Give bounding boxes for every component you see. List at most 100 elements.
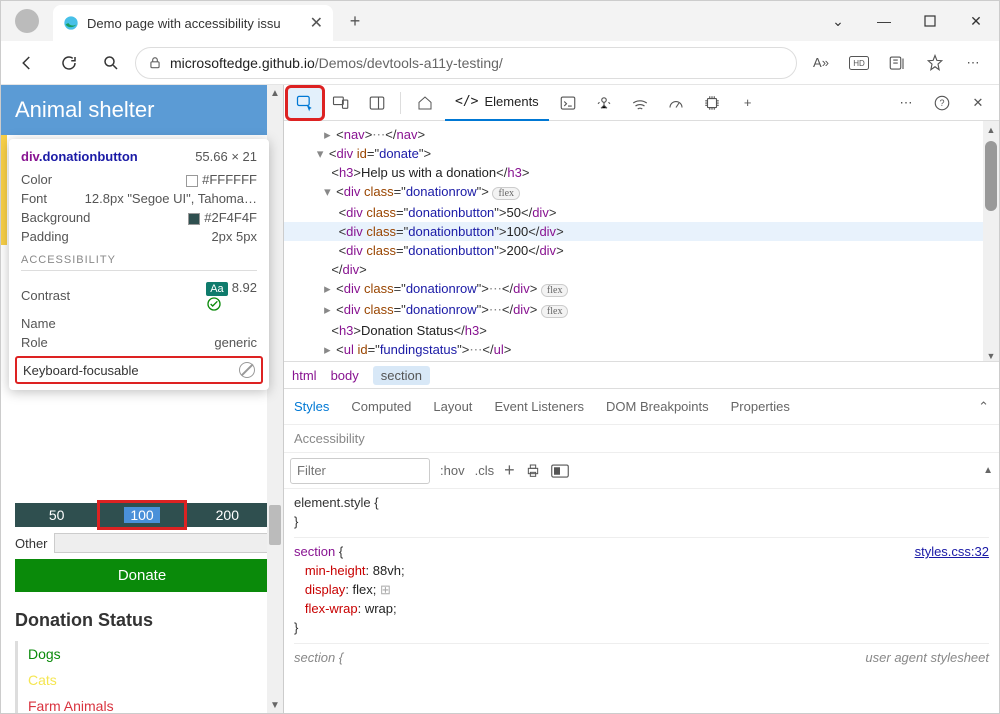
keyboard-focusable-row: Keyboard-focusable <box>15 356 263 384</box>
dom-line[interactable]: ▾<div class="donationrow"> flex <box>284 182 999 203</box>
crumb-body[interactable]: body <box>331 368 359 383</box>
more-tools-icon[interactable]: ⋯ <box>889 88 923 118</box>
edge-icon <box>63 15 79 31</box>
hd-icon[interactable]: HD <box>841 45 877 81</box>
restore-button[interactable] <box>907 5 953 37</box>
new-tab-button[interactable]: + <box>337 3 373 39</box>
name-label: Name <box>21 316 56 331</box>
contrast-label: Contrast <box>21 288 70 303</box>
tab-sources[interactable] <box>587 88 621 118</box>
dom-line[interactable]: ▸<ul id="fundingstatus">⋯</ul> <box>284 340 999 359</box>
caret-down-icon[interactable]: ⌄ <box>815 5 861 37</box>
url-host: microsoftedge.github.io <box>170 55 315 71</box>
close-window-button[interactable]: ✕ <box>953 5 999 37</box>
status-item: Dogs <box>28 641 269 667</box>
tab-layout[interactable]: Layout <box>433 399 472 414</box>
collections-icon[interactable] <box>879 45 915 81</box>
tab-more[interactable]: + <box>731 88 765 118</box>
search-button[interactable] <box>93 45 129 81</box>
scroll-down-icon[interactable]: ▼ <box>267 697 283 713</box>
dom-line[interactable]: ▸<div class="donationrow">⋯</div> flex <box>284 279 999 300</box>
status-heading: Donation Status <box>15 610 269 631</box>
close-devtools-icon[interactable]: ✕ <box>961 88 995 118</box>
scroll-thumb[interactable] <box>269 505 281 545</box>
styles-filter[interactable] <box>290 458 430 484</box>
device-emulation-button[interactable] <box>324 88 358 118</box>
read-aloud-icon[interactable]: A» <box>803 45 839 81</box>
inspect-tooltip: div.donationbutton 55.66 × 21 Color#FFFF… <box>9 139 269 390</box>
refresh-button[interactable] <box>51 45 87 81</box>
browser-tab[interactable]: Demo page with accessibility issu ✕ <box>53 5 333 41</box>
tab-welcome[interactable] <box>407 85 443 121</box>
tab-network[interactable] <box>623 88 657 118</box>
donation-button-100[interactable]: 100 <box>100 503 183 527</box>
crumb-html[interactable]: html <box>292 368 317 383</box>
svg-text:?: ? <box>939 98 944 108</box>
tab-performance[interactable] <box>659 88 693 118</box>
favorite-icon[interactable] <box>917 45 953 81</box>
hov-toggle[interactable]: :hov <box>440 463 465 478</box>
dom-line[interactable]: ▾<div id="donate"> <box>284 144 999 163</box>
dom-line[interactable]: <div class="donationbutton">200</div> <box>284 241 999 260</box>
font-value: 12.8px "Segoe UI", Tahoma… <box>85 191 257 206</box>
styles-scroll-up[interactable]: ▲ <box>983 465 993 476</box>
other-label: Other <box>15 536 48 551</box>
dom-line[interactable]: <div class="donationbutton">50</div> <box>284 203 999 222</box>
minimize-button[interactable]: — <box>861 5 907 37</box>
dom-line[interactable]: ▸<nav>⋯</nav> <box>284 125 999 144</box>
element-style-label: element.style <box>294 495 371 510</box>
tab-properties[interactable]: Properties <box>731 399 790 414</box>
source-link[interactable]: styles.css:32 <box>915 542 989 561</box>
tooltip-tag: div <box>21 149 39 164</box>
close-tab-icon[interactable]: ✕ <box>310 13 323 33</box>
styles-body[interactable]: element.style { } styles.css:32 section … <box>284 489 999 713</box>
help-icon[interactable]: ? <box>925 88 959 118</box>
print-icon[interactable] <box>525 463 541 479</box>
dom-line[interactable]: <h3>Help us with a donation</h3> <box>284 163 999 182</box>
tab-memory[interactable] <box>695 88 729 118</box>
donation-button-200[interactable]: 200 <box>186 503 269 527</box>
dock-button[interactable] <box>360 88 394 118</box>
tab-dom-breakpoints[interactable]: DOM Breakpoints <box>606 399 709 414</box>
status-list: DogsCatsFarm AnimalsSmall PetsOthers <box>15 641 269 713</box>
tab-console[interactable] <box>551 88 585 118</box>
tab-computed[interactable]: Computed <box>351 399 411 414</box>
back-button[interactable] <box>9 45 45 81</box>
tab-styles[interactable]: Styles <box>294 399 329 414</box>
new-style-button[interactable]: + <box>504 460 515 481</box>
role-label: Role <box>21 335 48 350</box>
a11y-heading: ACCESSIBILITY <box>21 254 257 271</box>
role-value: generic <box>214 335 257 350</box>
page-scrollbar[interactable]: ▲ ▼ <box>267 85 283 713</box>
contrast-badge: Aa <box>206 282 227 296</box>
accessibility-subtab[interactable]: Accessibility <box>284 425 999 453</box>
dom-line[interactable]: ▸<div class="donationrow">⋯</div> flex <box>284 300 999 321</box>
styles-toolbar: :hov .cls + ▲ <box>284 453 999 489</box>
breadcrumb[interactable]: html body section <box>284 361 999 389</box>
dom-line[interactable]: </div> <box>284 260 999 279</box>
dom-line[interactable]: <div class="donationbutton">100</div> <box>284 222 999 241</box>
donation-button-50[interactable]: 50 <box>15 503 98 527</box>
cls-toggle[interactable]: .cls <box>475 463 495 478</box>
pad-value: 2px 5px <box>211 229 257 244</box>
url-field[interactable]: microsoftedge.github.io/Demos/devtools-a… <box>135 47 797 79</box>
chevron-up-icon[interactable]: ⌃ <box>978 399 989 415</box>
inspect-tool-button[interactable] <box>288 88 322 118</box>
tab-title: Demo page with accessibility issu <box>87 16 281 31</box>
elements-tree[interactable]: ▸<nav>⋯</nav> ▾<div id="donate"> <h3>Hel… <box>284 121 999 361</box>
crumb-section[interactable]: section <box>373 366 430 385</box>
url-path: /Demos/devtools-a11y-testing/ <box>315 55 503 71</box>
rendering-icon[interactable] <box>551 464 569 478</box>
donate-button[interactable]: Donate <box>15 559 269 592</box>
more-icon[interactable]: ⋯ <box>955 45 991 81</box>
tab-event-listeners[interactable]: Event Listeners <box>494 399 584 414</box>
other-input[interactable] <box>54 533 269 553</box>
tab-elements[interactable]: </>Elements <box>445 85 549 121</box>
scroll-up-icon[interactable]: ▲ <box>267 85 283 101</box>
font-label: Font <box>21 191 47 206</box>
sidebar-stripe <box>1 135 7 245</box>
dom-line[interactable]: <h3>Donation Status</h3> <box>284 321 999 340</box>
profile-avatar[interactable] <box>15 9 39 33</box>
bg-value: #2F4F4F <box>204 210 257 225</box>
elements-scrollbar[interactable]: ▲ ▼ <box>983 121 999 361</box>
